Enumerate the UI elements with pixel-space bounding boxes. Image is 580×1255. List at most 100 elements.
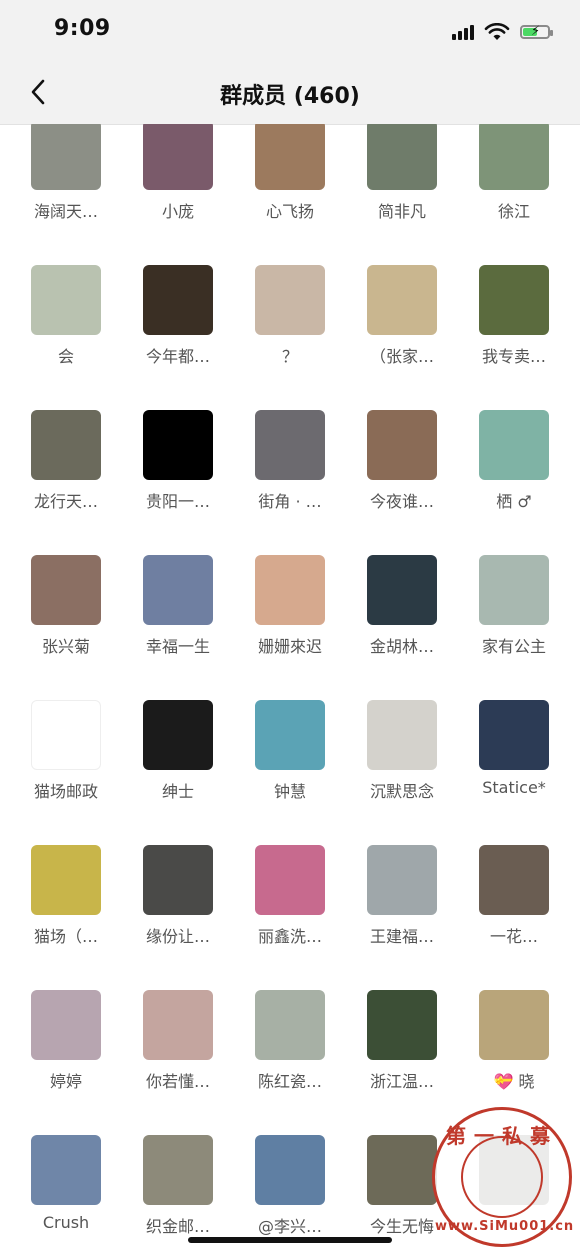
member-name: 我专卖… <box>481 347 546 366</box>
member-avatar <box>31 700 101 770</box>
member-item[interactable]: 猫场（… <box>10 845 122 990</box>
member-avatar <box>255 990 325 1060</box>
member-item[interactable]: 一花… <box>458 845 570 990</box>
home-indicator <box>188 1237 392 1243</box>
member-name: 心飞扬 <box>265 202 314 221</box>
member-avatar <box>367 990 437 1060</box>
member-item[interactable]: 小庞 <box>122 124 234 265</box>
member-avatar <box>143 845 213 915</box>
member-item[interactable]: 张兴菊 <box>10 555 122 700</box>
member-name: 王建福… <box>369 927 434 946</box>
member-item[interactable]: 会 <box>10 265 122 410</box>
member-name: 缘份让… <box>145 927 210 946</box>
member-avatar <box>143 265 213 335</box>
member-item[interactable]: ？ <box>234 265 346 410</box>
member-name: 绅士 <box>161 782 194 801</box>
navigation-bar: 群成员 (460) <box>0 62 580 125</box>
member-name: 今夜谁… <box>369 492 434 511</box>
member-avatar <box>255 410 325 480</box>
member-item[interactable]: 今年都… <box>122 265 234 410</box>
member-item[interactable]: 丽鑫洗… <box>234 845 346 990</box>
member-name: 街角 · … <box>258 492 322 511</box>
member-item[interactable]: 钟慧 <box>234 700 346 845</box>
member-avatar <box>367 555 437 625</box>
member-name: 栖 ♂ <box>496 492 532 511</box>
member-name: 猫场（… <box>33 927 98 946</box>
member-item[interactable]: 姗姗來迟 <box>234 555 346 700</box>
member-avatar <box>143 555 213 625</box>
wifi-icon <box>484 23 510 40</box>
member-name: 一花… <box>489 927 538 946</box>
member-item[interactable]: 金胡林… <box>346 555 458 700</box>
member-avatar <box>143 124 213 190</box>
member-item[interactable]: 沉默思念 <box>346 700 458 845</box>
member-avatar <box>367 700 437 770</box>
member-name: 小庞 <box>161 202 194 221</box>
member-item[interactable]: 缘份让… <box>122 845 234 990</box>
member-avatar <box>143 700 213 770</box>
member-item[interactable]: Statice* <box>458 700 570 845</box>
member-item[interactable]: 徐江 <box>458 124 570 265</box>
member-avatar <box>479 990 549 1060</box>
member-name: 龙行天… <box>33 492 98 511</box>
member-item[interactable]: 你若懂… <box>122 990 234 1135</box>
member-item[interactable]: 龙行天… <box>10 410 122 555</box>
member-item[interactable]: 浙江温… <box>346 990 458 1135</box>
page-title: 群成员 (460) <box>220 84 360 109</box>
member-name: 沉默思念 <box>369 782 434 801</box>
member-avatar <box>31 124 101 190</box>
member-avatar <box>255 265 325 335</box>
member-name: Crush <box>42 1213 90 1232</box>
member-item[interactable]: 家有公主 <box>458 555 570 700</box>
member-item[interactable]: 婷婷 <box>10 990 122 1135</box>
member-item[interactable]: 陈红瓷… <box>234 990 346 1135</box>
member-item[interactable]: 猫场邮政 <box>10 700 122 845</box>
member-item[interactable]: 街角 · … <box>234 410 346 555</box>
member-item[interactable]: 今夜谁… <box>346 410 458 555</box>
member-item[interactable]: 幸福一生 <box>122 555 234 700</box>
member-name: 张兴菊 <box>41 637 90 656</box>
member-name: 徐江 <box>497 202 530 221</box>
member-item[interactable]: 贵阳一… <box>122 410 234 555</box>
member-item[interactable]: 栖 ♂ <box>458 410 570 555</box>
member-name: 幸福一生 <box>145 637 210 656</box>
cellular-signal-icon <box>452 24 474 40</box>
member-item[interactable]: Crush <box>10 1135 122 1255</box>
member-avatar <box>255 845 325 915</box>
member-item[interactable]: 王建福… <box>346 845 458 990</box>
member-name: 浙江温… <box>369 1072 434 1091</box>
member-avatar <box>143 410 213 480</box>
member-avatar <box>31 555 101 625</box>
member-item[interactable]: 绅士 <box>122 700 234 845</box>
member-name: Statice* <box>482 778 546 797</box>
member-item[interactable]: 简非凡 <box>346 124 458 265</box>
member-name: 猫场邮政 <box>33 782 98 801</box>
member-avatar <box>479 555 549 625</box>
member-name: （张家… <box>369 347 434 366</box>
member-avatar <box>255 555 325 625</box>
status-icons: ⚡ <box>452 20 553 44</box>
member-avatar <box>367 410 437 480</box>
member-name: 织金邮… <box>145 1217 210 1236</box>
member-avatar <box>479 410 549 480</box>
member-avatar <box>479 700 549 770</box>
member-name: 家有公主 <box>481 637 546 656</box>
member-name: 金胡林… <box>369 637 434 656</box>
member-avatar <box>31 845 101 915</box>
member-avatar <box>31 265 101 335</box>
member-name: ？ <box>281 347 298 366</box>
member-item[interactable]: 我专卖… <box>458 265 570 410</box>
member-avatar <box>31 990 101 1060</box>
member-avatar <box>143 990 213 1060</box>
member-name: 你若懂… <box>145 1072 210 1091</box>
member-avatar <box>367 845 437 915</box>
watermark-seal: 第一私募 www.SiMu001.cn <box>432 1107 573 1247</box>
member-item[interactable]: （张家… <box>346 265 458 410</box>
member-avatar <box>255 1135 325 1205</box>
member-avatar <box>31 1135 101 1205</box>
member-avatar <box>143 1135 213 1205</box>
status-bar: 9:09 ⚡ <box>0 0 580 62</box>
members-grid[interactable]: 海阔天… 小庞 心飞扬 简非凡 徐江会 今年都… ？ （张家… 我专卖… 龙行天… 贵阳一… 街角 ·… <box>0 124 580 1255</box>
member-item[interactable]: 心飞扬 <box>234 124 346 265</box>
member-item[interactable]: 海阔天… <box>10 124 122 265</box>
